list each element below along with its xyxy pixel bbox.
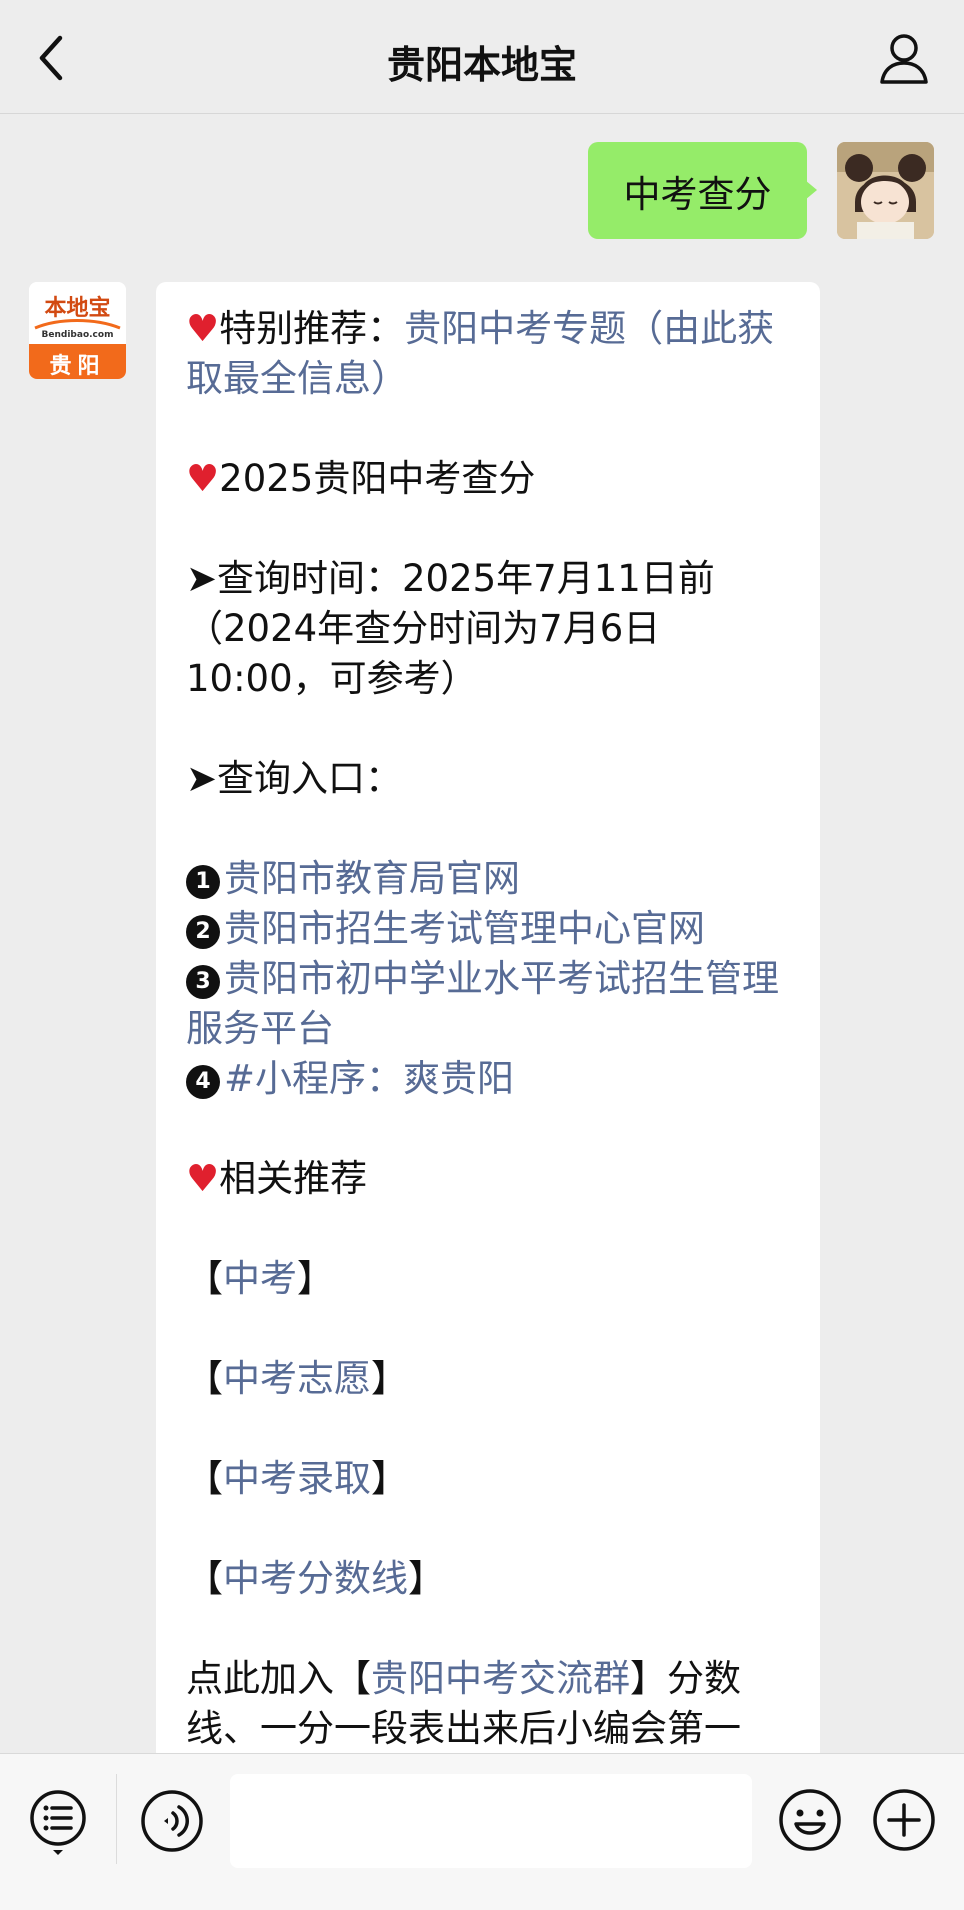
bracket-close: 】 [408,1557,445,1600]
account-menu-button[interactable] [28,1788,88,1858]
more-functions-button[interactable] [872,1788,936,1852]
number-badge: 1 [186,865,220,899]
entry-link-mini-program[interactable]: #小程序：爽贵阳 [224,1057,514,1100]
voice-input-button[interactable] [140,1789,204,1853]
user-avatar-image [837,142,934,239]
bracket-open: 【 [186,1257,223,1300]
entry-list: 1 贵阳市教育局官网 2 贵阳市招生考试管理中心官网 3 贵阳市初中学业水平考试招生管… [186,854,796,1104]
list-menu-icon [30,1790,86,1855]
join-prefix: 点此加入 [186,1657,334,1700]
related-link-zhongkao[interactable]: 中考 [223,1257,297,1300]
bracket-open: 【 [334,1657,371,1700]
headline-paragraph: ♥2025贵阳中考查分 [186,454,796,504]
bracket-close: 】 [297,1257,334,1300]
number-badge: 3 [186,965,220,999]
bracket-open: 【 [186,1357,223,1400]
bracket-close: 】 [371,1457,408,1500]
bracket-open: 【 [186,1457,223,1500]
number-badge: 4 [186,1065,220,1099]
entry-link-exam-center[interactable]: 贵阳市招生考试管理中心官网 [224,907,705,950]
special-recommend-paragraph: ♥特别推荐：贵阳中考专题（由此获取最全信息） [186,304,796,404]
entry-item: 1 贵阳市教育局官网 [186,854,796,904]
outgoing-message-bubble[interactable]: 中考查分 [588,142,817,239]
user-avatar[interactable] [837,142,934,239]
related-item: 【中考志愿】 [186,1354,796,1404]
heart-icon: ♥ [186,1157,220,1200]
related-item: 【中考】 [186,1254,796,1304]
toolbar-divider [116,1774,117,1864]
headline-text: 2025贵阳中考查分 [219,457,536,500]
entry-link-education-bureau[interactable]: 贵阳市教育局官网 [224,857,520,900]
entry-link-exam-platform[interactable]: 贵阳市初中学业水平考试招生管理服务平台 [186,957,779,1050]
logo-subtext: Bendibao.com [41,330,114,340]
related-item: 【中考录取】 [186,1454,796,1504]
related-link-zhiyuan[interactable]: 中考志愿 [223,1357,371,1400]
query-time-paragraph: ➤查询时间：2025年7月11日前（2024年查分时间为7月6日10:00，可参… [186,557,715,700]
bracket-close: 】 [371,1357,408,1400]
logo-text: 本地宝 [44,295,111,321]
related-link-fenshuxian[interactable]: 中考分数线 [223,1557,408,1600]
chat-input-toolbar [0,1753,964,1910]
chat-title: 贵阳本地宝 [386,43,577,87]
outgoing-message-text: 中考查分 [623,172,772,216]
person-icon [880,34,928,84]
entry-item: 2 贵阳市招生考试管理中心官网 [186,904,796,954]
chat-header: 贵阳本地宝 [0,0,964,114]
message-body: ♥特别推荐：贵阳中考专题（由此获取最全信息） ♥2025贵阳中考查分 ➤查询时间… [186,304,796,1762]
logo-city: 贵阳 [49,354,106,379]
entry-item: 3 贵阳市初中学业水平考试招生管理服务平台 [186,954,796,1054]
join-group-link[interactable]: 贵阳中考交流群 [371,1657,630,1700]
query-entry-label: ➤查询入口： [186,757,403,800]
official-account-avatar[interactable]: 本地宝 Bendibao.com 贵阳 [29,282,126,379]
entry-item: 4 #小程序：爽贵阳 [186,1054,796,1104]
bracket-open: 【 [186,1557,223,1600]
related-heading: ♥相关推荐 [186,1154,796,1204]
smiley-icon [779,1789,841,1851]
plus-circle-icon [873,1789,935,1851]
heart-icon: ♥ [186,307,220,350]
bracket-close: 】 [630,1657,667,1700]
message-input[interactable] [230,1774,752,1868]
incoming-message-bubble: ♥特别推荐：贵阳中考专题（由此获取最全信息） ♥2025贵阳中考查分 ➤查询时间… [156,282,820,1762]
related-link-luqu[interactable]: 中考录取 [223,1457,371,1500]
related-item: 【中考分数线】 [186,1554,796,1604]
voice-icon [141,1790,203,1852]
special-recommend-label: 特别推荐： [219,307,405,350]
related-title: 相关推荐 [219,1157,368,1200]
chat-info-button[interactable] [874,28,934,88]
number-badge: 2 [186,915,220,949]
join-group-paragraph: 点此加入【贵阳中考交流群】分数线、一分一段表出来后小编会第一 [186,1654,796,1754]
emoji-button[interactable] [778,1788,842,1852]
heart-icon: ♥ [186,457,220,500]
